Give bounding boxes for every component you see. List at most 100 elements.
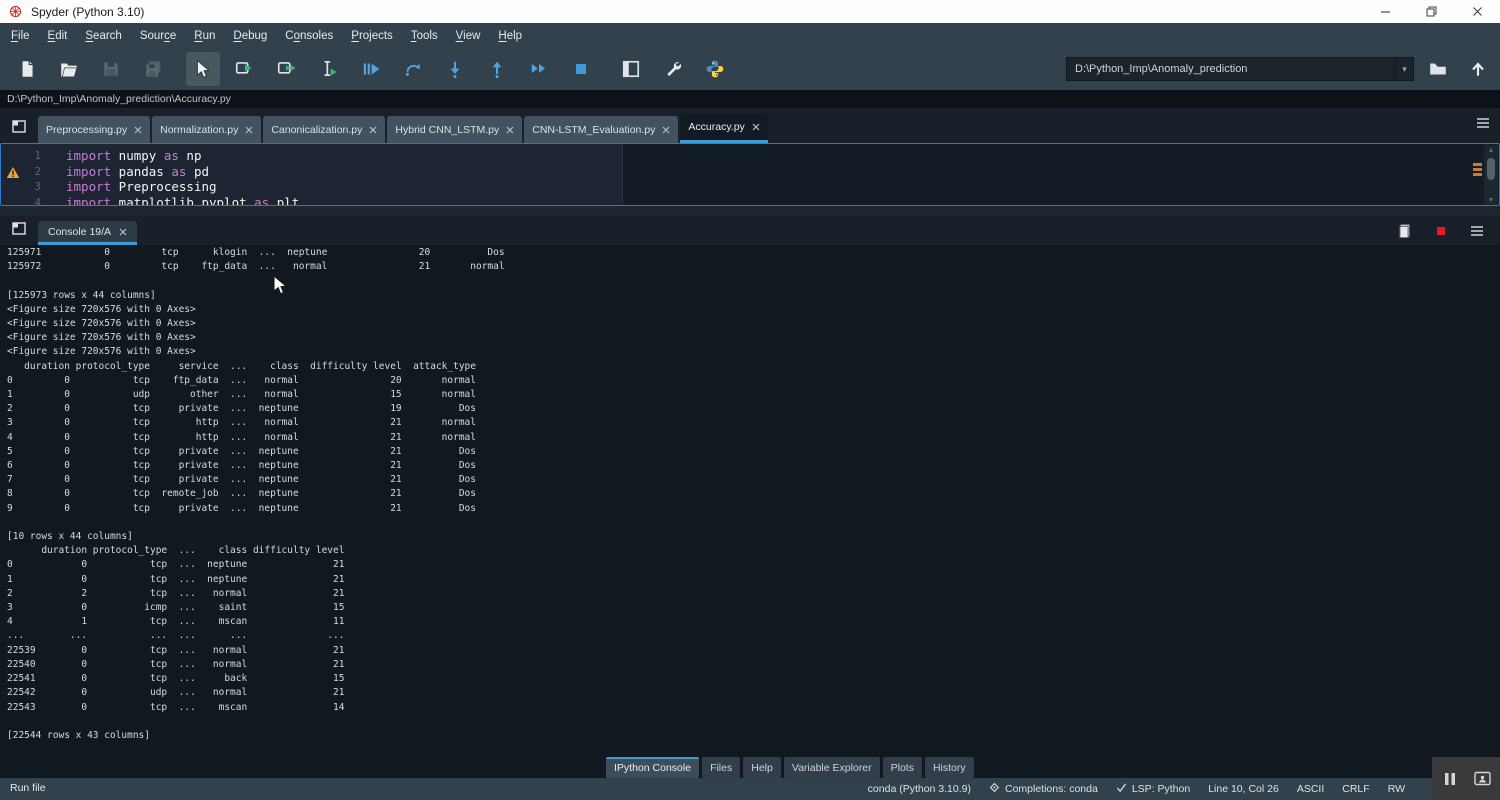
tab-label: Hybrid CNN_LSTM.py: [395, 124, 499, 136]
menu-help[interactable]: Help: [489, 26, 531, 46]
statusbar: Run file conda (Python 3.10.9)Completion…: [0, 778, 1500, 800]
run-selection-button[interactable]: [312, 52, 346, 86]
tab-label: Normalization.py: [160, 124, 238, 136]
tab-close-icon[interactable]: [369, 126, 377, 134]
browse-directory-button[interactable]: [1422, 54, 1454, 84]
status-completions: Completions: conda: [989, 782, 1098, 796]
menu-view[interactable]: View: [447, 26, 490, 46]
console-options-menu-icon[interactable]: [1462, 221, 1492, 241]
window-title: Spyder (Python 3.10): [31, 5, 144, 19]
menu-debug[interactable]: Debug: [224, 26, 276, 46]
code-line-3: 3import Preprocessing: [1, 179, 1401, 195]
python-env-button[interactable]: [698, 52, 732, 86]
code-text: import matplotlib.pyplot as plt: [41, 195, 299, 207]
code-line-2: 2import pandas as pd: [1, 164, 1401, 180]
console-output[interactable]: 125971 0 tcp klogin ... neptune 20 Dos 1…: [7, 246, 1487, 746]
console-browse-tabs-button[interactable]: [6, 215, 32, 241]
preferences-button[interactable]: [656, 52, 690, 86]
editor-warning-flags: [1472, 145, 1484, 206]
console-tab[interactable]: Console 19/A: [38, 221, 137, 245]
step-into-button[interactable]: [438, 52, 472, 86]
tab-close-icon[interactable]: [506, 126, 514, 134]
status-conda-python-3-10-9-: conda (Python 3.10.9): [868, 783, 971, 795]
new-file-button[interactable]: [10, 52, 44, 86]
completions-icon: [989, 782, 1000, 796]
editor-scrollbar[interactable]: ▲ ▼: [1484, 145, 1498, 206]
scroll-up-icon[interactable]: ▲: [1486, 147, 1496, 154]
chevron-down-icon[interactable]: ▾: [1395, 58, 1413, 80]
menu-run[interactable]: Run: [185, 26, 224, 46]
tab-close-icon[interactable]: [245, 126, 253, 134]
tab-close-icon[interactable]: [134, 126, 142, 134]
file-path-bar: D:\Python_Imp\Anomaly_prediction\Accurac…: [0, 90, 1500, 108]
editor-tab-canonicalization-py[interactable]: Canonicalization.py: [263, 116, 385, 143]
run-cell-button[interactable]: [228, 52, 262, 86]
maximize-pane-button[interactable]: [614, 52, 648, 86]
console-text: 125971 0 tcp klogin ... neptune 20 Dos 1…: [7, 246, 1487, 743]
new-console-icon[interactable]: [1390, 221, 1420, 241]
menu-tools[interactable]: Tools: [402, 26, 447, 46]
console-tab-close-icon[interactable]: [119, 228, 127, 236]
restore-button[interactable]: [1408, 0, 1454, 23]
line-number: 1: [1, 148, 41, 164]
code-editor[interactable]: 1import numpy as np2import pandas as pd3…: [0, 143, 1500, 206]
editor-scrollbar-thumb[interactable]: [1487, 158, 1495, 180]
open-file-button[interactable]: [52, 52, 86, 86]
editor-tab-preprocessing-py[interactable]: Preprocessing.py: [38, 116, 150, 143]
editor-tab-normalization-py[interactable]: Normalization.py: [152, 116, 261, 143]
step-return-button[interactable]: [480, 52, 514, 86]
pane-tab-files[interactable]: Files: [702, 757, 740, 778]
spyder-window: Spyder (Python 3.10) FileEditSearchSourc…: [0, 0, 1500, 800]
minimize-button[interactable]: [1362, 0, 1408, 23]
menu-source[interactable]: Source: [131, 26, 185, 46]
close-button[interactable]: [1454, 0, 1500, 23]
menu-edit[interactable]: Edit: [39, 26, 77, 46]
editor-tab-accuracy-py[interactable]: Accuracy.py: [680, 114, 767, 143]
tab-close-icon[interactable]: [662, 126, 670, 134]
toolbar: D:\Python_Imp\Anomaly_prediction ▾: [0, 48, 1500, 90]
code-text: import numpy as np: [41, 148, 201, 164]
tab-label: Preprocessing.py: [46, 124, 127, 136]
stop-button[interactable]: [564, 52, 598, 86]
scroll-down-icon[interactable]: ▼: [1486, 197, 1496, 204]
code-text: import pandas as pd: [41, 164, 209, 180]
run-current-line-button[interactable]: [396, 52, 430, 86]
tab-label: Accuracy.py: [688, 121, 744, 133]
tab-label: CNN-LSTM_Evaluation.py: [532, 124, 655, 136]
run-cell-advance-button[interactable]: [270, 52, 304, 86]
recorder-display-button[interactable]: [1469, 763, 1496, 794]
pane-tab-ipython-console[interactable]: IPython Console: [606, 757, 699, 778]
editor-tabbar: Preprocessing.py Normalization.py Canonica…: [0, 108, 1500, 143]
continue-button[interactable]: [522, 52, 556, 86]
status-line-10-col-26: Line 10, Col 26: [1208, 783, 1279, 795]
titlebar: Spyder (Python 3.10): [0, 0, 1500, 23]
status-crlf: CRLF: [1342, 783, 1369, 795]
pane-tab-history[interactable]: History: [925, 757, 974, 778]
editor-tab-hybrid-cnn-lstm-py[interactable]: Hybrid CNN_LSTM.py: [387, 116, 522, 143]
editor-browse-tabs-button[interactable]: [6, 113, 32, 139]
menu-file[interactable]: File: [2, 26, 39, 46]
tab-close-icon[interactable]: [752, 123, 760, 131]
editor-options-menu-icon[interactable]: [1474, 115, 1492, 136]
working-directory-value: D:\Python_Imp\Anomaly_prediction: [1067, 63, 1395, 75]
editor-tab-cnn-lstm-evaluation-py[interactable]: CNN-LSTM_Evaluation.py: [524, 116, 678, 143]
mouse-cursor: [272, 275, 288, 302]
pane-tab-help[interactable]: Help: [743, 757, 781, 778]
pane-tab-variable-explorer[interactable]: Variable Explorer: [784, 757, 880, 778]
recorder-pause-button[interactable]: [1436, 763, 1463, 794]
console-tab-label: Console 19/A: [48, 226, 111, 238]
menu-projects[interactable]: Projects: [342, 26, 402, 46]
parent-directory-button[interactable]: [1462, 54, 1494, 84]
recorder-overlay: [1432, 757, 1500, 800]
save-all-button: [136, 52, 170, 86]
menu-consoles[interactable]: Consoles: [276, 26, 342, 46]
debug-file-button[interactable]: [354, 52, 388, 86]
pane-splitter[interactable]: [0, 206, 1500, 216]
status-lsp: LSP: Python: [1116, 783, 1190, 796]
menu-search[interactable]: Search: [76, 26, 130, 46]
interrupt-kernel-icon[interactable]: [1426, 221, 1456, 241]
pointer-button[interactable]: [186, 52, 220, 86]
pane-tab-plots[interactable]: Plots: [883, 757, 922, 778]
menubar: FileEditSearchSourceRunDebugConsolesProj…: [0, 23, 1500, 48]
working-directory-combobox[interactable]: D:\Python_Imp\Anomaly_prediction ▾: [1066, 57, 1414, 81]
